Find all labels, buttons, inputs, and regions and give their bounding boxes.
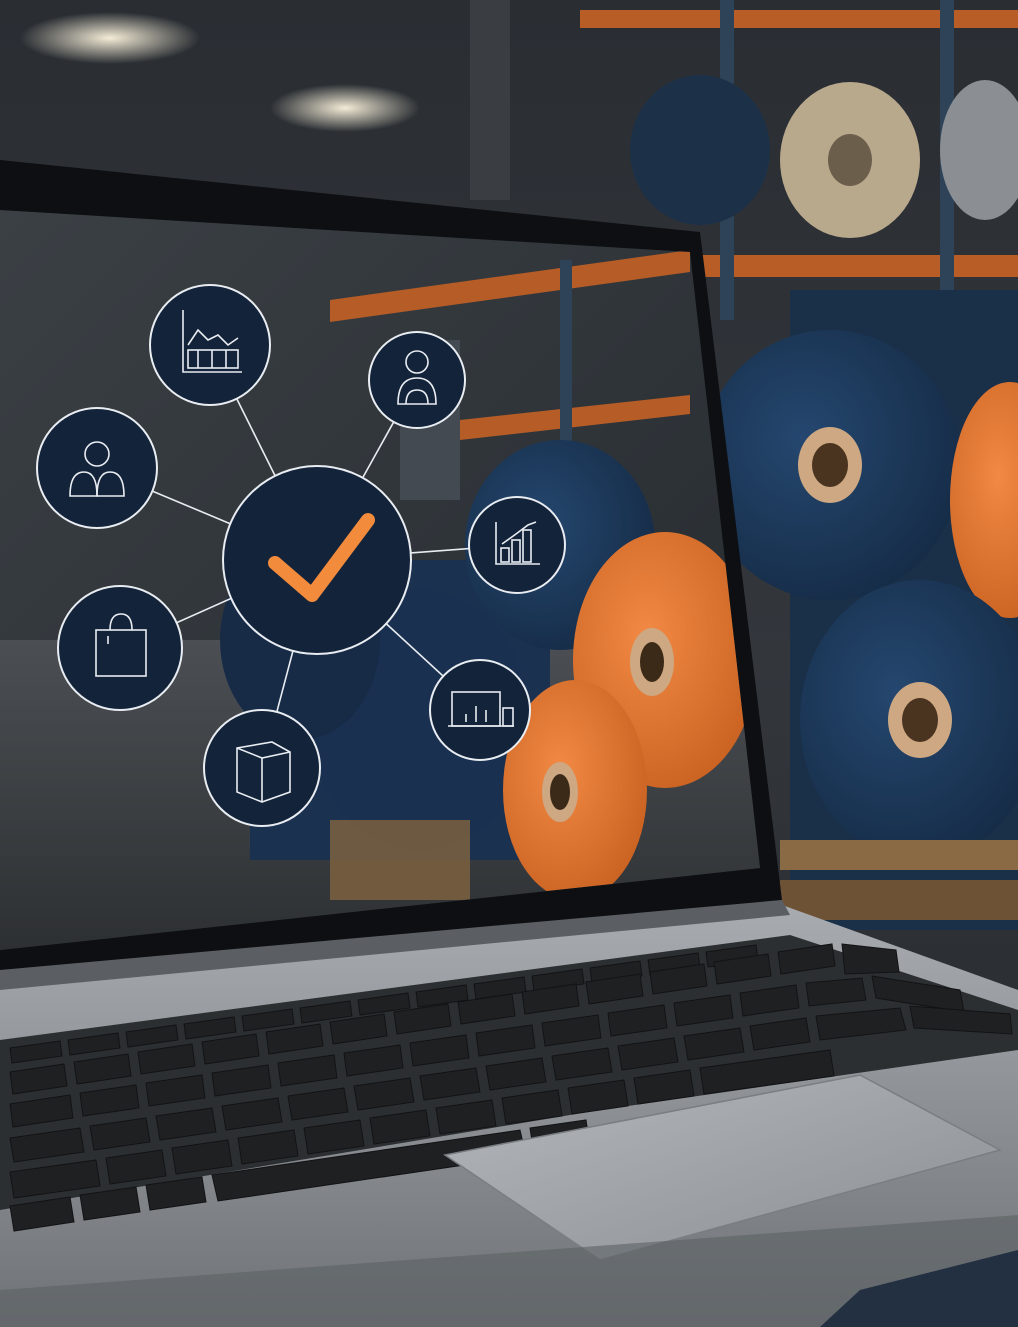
fabric-roll xyxy=(630,75,770,225)
node-dashboard xyxy=(429,659,531,761)
pallet xyxy=(780,840,1018,870)
node-analytics xyxy=(149,284,271,406)
roll-core xyxy=(828,134,872,186)
node-team xyxy=(36,407,158,529)
node-package xyxy=(203,709,321,827)
node-shopping xyxy=(57,585,183,711)
roll-core-hole xyxy=(550,774,570,810)
roll-core-hole xyxy=(812,443,848,487)
center-node xyxy=(222,465,412,655)
node-growth xyxy=(468,496,566,594)
ceiling-light xyxy=(20,12,200,64)
pallet xyxy=(780,880,1018,920)
warehouse-pillar xyxy=(470,0,510,200)
ceiling-light xyxy=(270,84,420,132)
scene-illustration xyxy=(0,0,1018,1327)
pallet xyxy=(330,820,470,900)
roll-core-hole xyxy=(902,698,938,742)
node-person xyxy=(368,331,466,429)
photo-scene xyxy=(0,0,1018,1327)
roll-core-hole xyxy=(640,642,664,682)
